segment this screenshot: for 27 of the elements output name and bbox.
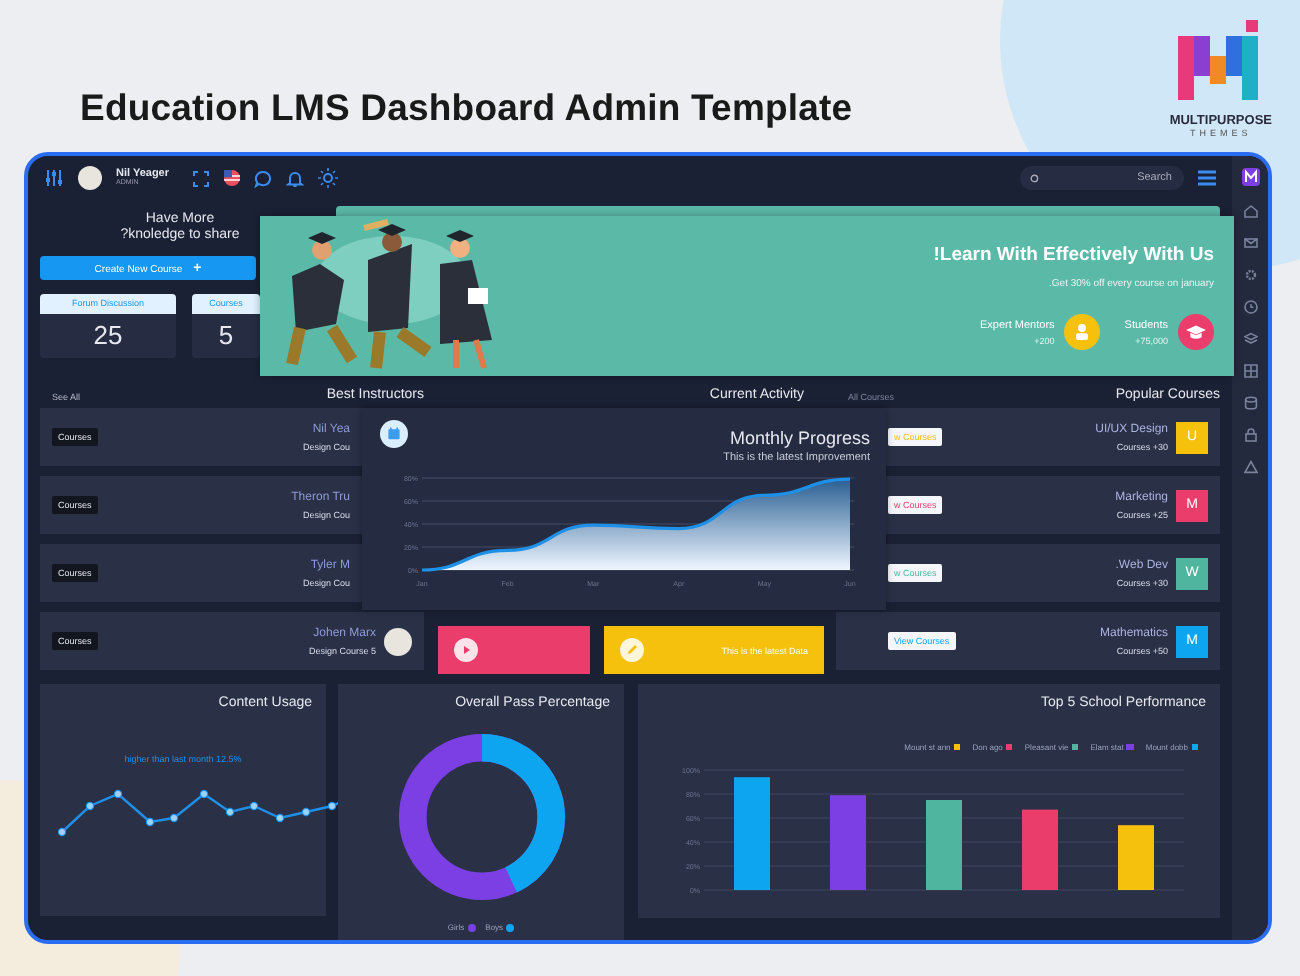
sun-icon[interactable] <box>317 168 337 188</box>
play-icon <box>454 638 478 662</box>
pen-icon <box>620 638 644 662</box>
menu-icon[interactable] <box>1198 170 1216 186</box>
bell-icon[interactable] <box>285 169 303 187</box>
panel-title: Monthly Progress <box>729 428 870 448</box>
stat-value: 5 <box>216 318 236 354</box>
sliders-icon[interactable] <box>44 168 64 188</box>
chat-icon[interactable] <box>253 169 271 187</box>
search-icon <box>1030 173 1040 183</box>
expand-icon[interactable] <box>191 169 209 187</box>
clock-icon[interactable] <box>1243 300 1257 314</box>
database-icon[interactable] <box>1243 396 1257 410</box>
stat-value: 25 <box>91 318 125 354</box>
avatar[interactable] <box>78 166 102 190</box>
home-icon[interactable] <box>1243 204 1257 218</box>
lock-icon[interactable] <box>1243 428 1257 442</box>
mail-icon[interactable] <box>1243 236 1257 250</box>
gear-icon[interactable] <box>1243 268 1257 282</box>
warning-icon[interactable] <box>1243 460 1257 474</box>
flag-icon[interactable] <box>223 170 239 186</box>
calendar-icon <box>380 420 408 448</box>
logo-icon[interactable] <box>1241 168 1259 186</box>
layers-icon[interactable] <box>1243 332 1257 346</box>
banner-title: !Learn With Effectively With Us <box>933 244 1214 266</box>
page-title: Education LMS Dashboard Admin Template <box>80 86 853 130</box>
grid-icon[interactable] <box>1243 364 1257 378</box>
